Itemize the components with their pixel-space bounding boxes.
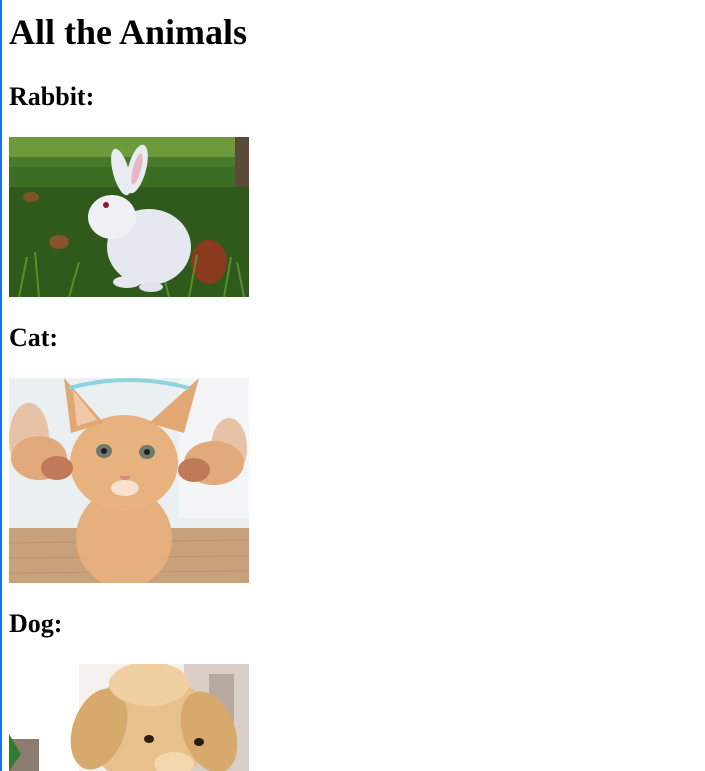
animal-heading-rabbit: Rabbit: [9,82,95,111]
window-left-edge [0,0,2,771]
page-title: All the Animals [9,12,248,52]
cat-image [9,378,249,583]
animal-heading-dog: Dog: [9,609,63,638]
dog-image [9,664,249,771]
rabbit-image [9,137,249,297]
animal-heading-cat: Cat: [9,323,59,352]
